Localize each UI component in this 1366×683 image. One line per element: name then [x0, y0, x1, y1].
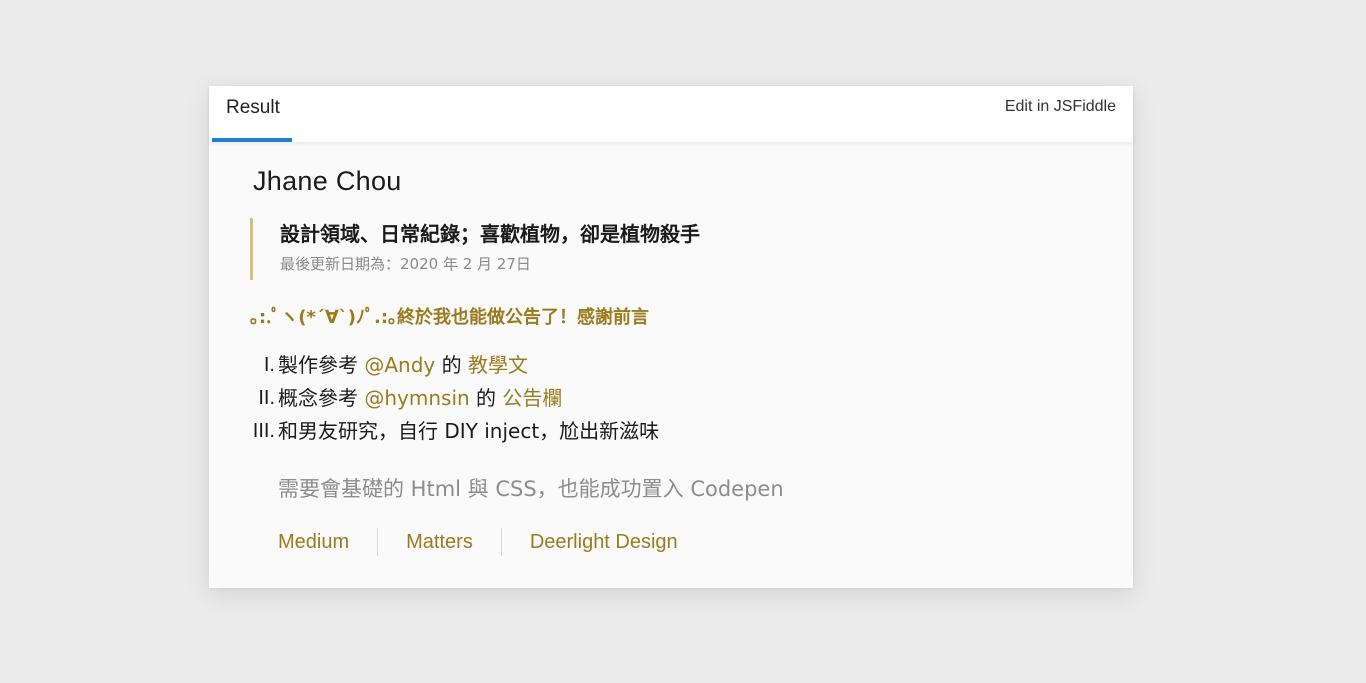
- list-item-text: 概念參考 @hymnsin 的 公告欄: [278, 382, 562, 415]
- profile-name: Jhane Chou: [253, 166, 402, 196]
- list-item-text: 製作參考 @Andy 的 教學文: [278, 349, 528, 382]
- list-item-connector: 的: [469, 386, 503, 410]
- list-number: I.: [263, 354, 275, 376]
- list-number: II.: [258, 387, 275, 409]
- last-updated-text: 最後更新日期為：2020 年 2 月 27日: [280, 255, 531, 273]
- requirement-note: 需要會基礎的 Html 與 CSS，也能成功置入 Codepen: [278, 477, 784, 501]
- footer-links: Medium Matters Deerlight Design: [278, 527, 678, 557]
- tab-bar: Result Edit in JSFiddle: [209, 86, 1133, 142]
- matters-link[interactable]: Matters: [406, 531, 473, 554]
- hymnsin-profile-link[interactable]: @hymnsin: [364, 386, 469, 410]
- result-content: Jhane Chou 設計領域、日常紀錄；喜歡植物，卻是植物殺手 最後更新日期為…: [209, 142, 1133, 588]
- link-divider: [500, 528, 502, 556]
- list-item-text: 和男友研究，自行 DIY inject，尬出新滋味: [278, 419, 660, 443]
- list-number: III.: [252, 420, 275, 442]
- medium-link[interactable]: Medium: [278, 531, 349, 554]
- tagline-text: 設計領域、日常紀錄；喜歡植物，卻是植物殺手: [280, 222, 700, 246]
- tab-result-label: Result: [226, 97, 280, 118]
- embed-frame: Result Edit in JSFiddle Jhane Chou 設計領域、…: [209, 86, 1133, 588]
- tab-result[interactable]: Result: [212, 86, 292, 142]
- link-divider: [377, 528, 379, 556]
- deerlight-design-link[interactable]: Deerlight Design: [530, 531, 678, 554]
- list-item-prefix: 製作參考: [278, 353, 365, 377]
- tutorial-link[interactable]: 教學文: [468, 353, 528, 377]
- edit-in-jsfiddle-link[interactable]: Edit in JSFiddle: [1005, 98, 1116, 116]
- tagline-blockquote: 設計領域、日常紀錄；喜歡植物，卻是植物殺手 最後更新日期為：2020 年 2 月…: [250, 218, 700, 280]
- list-item-connector: 的: [435, 353, 468, 377]
- bulletin-board-link[interactable]: 公告欄: [502, 386, 562, 410]
- announcement-text: ｡:.ﾟヽ(*´∀`)ﾉﾟ.:｡終於我也能做公告了！感謝前言: [250, 307, 650, 328]
- list-item-prefix: 概念參考: [278, 386, 365, 410]
- andy-profile-link[interactable]: @Andy: [364, 353, 435, 377]
